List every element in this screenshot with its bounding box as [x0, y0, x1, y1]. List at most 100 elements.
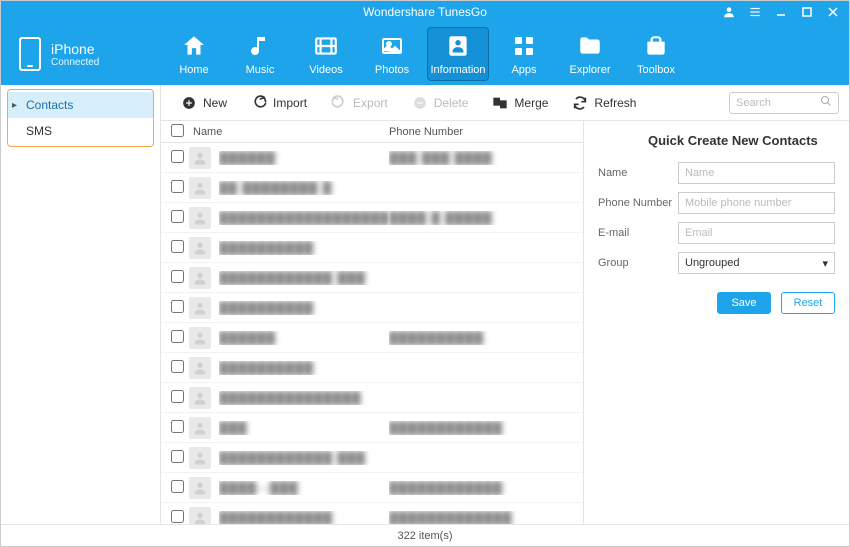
nav-explorer[interactable]: Explorer — [557, 23, 623, 85]
row-checkbox[interactable] — [171, 330, 184, 343]
sidebar: Contacts SMS — [1, 85, 161, 524]
nav-apps[interactable]: Apps — [491, 23, 557, 85]
export-button: Export — [321, 91, 398, 115]
col-phone[interactable]: Phone Number — [389, 126, 583, 138]
contact-name: ████████████ — [219, 511, 333, 525]
avatar-icon — [189, 327, 211, 349]
table-row[interactable]: ███████████████ — [161, 383, 583, 413]
row-checkbox[interactable] — [171, 240, 184, 253]
avatar-icon — [189, 387, 211, 409]
nav-information[interactable]: Information — [427, 27, 489, 81]
table-row[interactable]: ██████████ — [161, 293, 583, 323]
table-row[interactable]: ████████████ ███ — [161, 443, 583, 473]
new-button[interactable]: New — [171, 91, 237, 115]
import-icon — [251, 95, 267, 111]
row-checkbox[interactable] — [171, 450, 184, 463]
row-checkbox[interactable] — [171, 420, 184, 433]
device-name: iPhone — [51, 41, 99, 57]
contact-phone: ████ █ █████ — [389, 211, 493, 225]
table-row[interactable]: ██ ████████ █ — [161, 173, 583, 203]
avatar-icon — [189, 297, 211, 319]
table-row[interactable]: ████████████████ — [161, 323, 583, 353]
table-row[interactable]: █████████ ███ ████ — [161, 143, 583, 173]
device-panel[interactable]: iPhone Connected — [1, 23, 161, 85]
sidebar-label-sms: SMS — [26, 124, 52, 138]
contact-name: ███ — [219, 421, 248, 435]
chevron-down-icon: ▾ — [822, 257, 828, 270]
sidebar-item-contacts[interactable]: Contacts — [8, 92, 153, 118]
group-select[interactable]: Ungrouped ▾ — [678, 252, 835, 274]
contact-name: ██████████ — [219, 241, 314, 255]
list-header: Name Phone Number — [161, 121, 583, 143]
avatar-icon — [189, 447, 211, 469]
group-value: Ungrouped — [685, 257, 739, 269]
table-row[interactable]: ██████████████████████ █ █████ — [161, 203, 583, 233]
minimize-button[interactable] — [769, 3, 793, 21]
contact-name: ████████████ ███ — [219, 271, 366, 285]
col-name[interactable]: Name — [189, 126, 389, 138]
contact-name: ███████████████ — [219, 391, 362, 405]
user-icon[interactable] — [717, 3, 741, 21]
row-checkbox[interactable] — [171, 270, 184, 283]
music-icon — [246, 32, 274, 60]
reset-button[interactable]: Reset — [781, 292, 835, 314]
search-input[interactable] — [736, 97, 820, 109]
contact-phone: ███ ███ ████ — [389, 151, 493, 165]
refresh-button[interactable]: Refresh — [562, 91, 646, 115]
contact-name: ████████████ ███ — [219, 451, 366, 465]
status-bar: 322 item(s) — [1, 524, 849, 546]
contact-name: ██████████ — [219, 301, 314, 315]
search-icon — [820, 95, 832, 110]
table-row[interactable]: ███████████████ — [161, 413, 583, 443]
email-input[interactable] — [678, 222, 835, 244]
avatar-icon — [189, 357, 211, 379]
close-button[interactable] — [821, 3, 845, 21]
search-box[interactable] — [729, 92, 839, 114]
table-row[interactable]: ████████████ ███ — [161, 263, 583, 293]
name-input[interactable] — [678, 162, 835, 184]
nav-toolbox[interactable]: Toolbox — [623, 23, 689, 85]
table-row[interactable]: ████—███████████████ — [161, 473, 583, 503]
information-icon — [444, 32, 472, 60]
row-checkbox[interactable] — [171, 480, 184, 493]
sidebar-label-contacts: Contacts — [26, 98, 73, 112]
contact-name: ██████████ — [219, 361, 314, 375]
row-checkbox[interactable] — [171, 180, 184, 193]
row-checkbox[interactable] — [171, 300, 184, 313]
menu-icon[interactable] — [743, 3, 767, 21]
phone-label: Phone Number — [598, 197, 678, 209]
name-label: Name — [598, 167, 678, 179]
sidebar-item-sms[interactable]: SMS — [8, 118, 153, 144]
select-all-checkbox[interactable] — [171, 124, 184, 137]
table-row[interactable]: ██████████ — [161, 233, 583, 263]
device-status: Connected — [51, 57, 99, 68]
phone-input[interactable] — [678, 192, 835, 214]
sidebar-highlight-group: Contacts SMS — [7, 89, 154, 147]
row-checkbox[interactable] — [171, 150, 184, 163]
phone-icon — [19, 37, 41, 71]
maximize-button[interactable] — [795, 3, 819, 21]
quick-create-form: Quick Create New Contacts Name Phone Num… — [584, 121, 849, 524]
nav-home[interactable]: Home — [161, 23, 227, 85]
row-checkbox[interactable] — [171, 360, 184, 373]
row-checkbox[interactable] — [171, 390, 184, 403]
title-bar: Wondershare TunesGo — [1, 1, 849, 23]
refresh-icon — [572, 95, 588, 111]
avatar-icon — [189, 147, 211, 169]
table-row[interactable]: █████████████████████████ — [161, 503, 583, 524]
videos-icon — [312, 32, 340, 60]
save-button[interactable]: Save — [717, 292, 771, 314]
list-body[interactable]: █████████ ███ ██████ ████████ ██████████… — [161, 143, 583, 524]
table-row[interactable]: ██████████ — [161, 353, 583, 383]
row-checkbox[interactable] — [171, 210, 184, 223]
merge-button[interactable]: Merge — [482, 91, 558, 115]
nav-photos[interactable]: Photos — [359, 23, 425, 85]
nav-music[interactable]: Music — [227, 23, 293, 85]
row-checkbox[interactable] — [171, 510, 184, 523]
import-button[interactable]: Import — [241, 91, 317, 115]
nav-videos[interactable]: Videos — [293, 23, 359, 85]
contact-phone: ████████████ — [389, 481, 503, 495]
toolbar: New Import Export Delete Merge Refresh — [161, 85, 849, 121]
avatar-icon — [189, 267, 211, 289]
contact-phone: ██████████ — [389, 331, 484, 345]
